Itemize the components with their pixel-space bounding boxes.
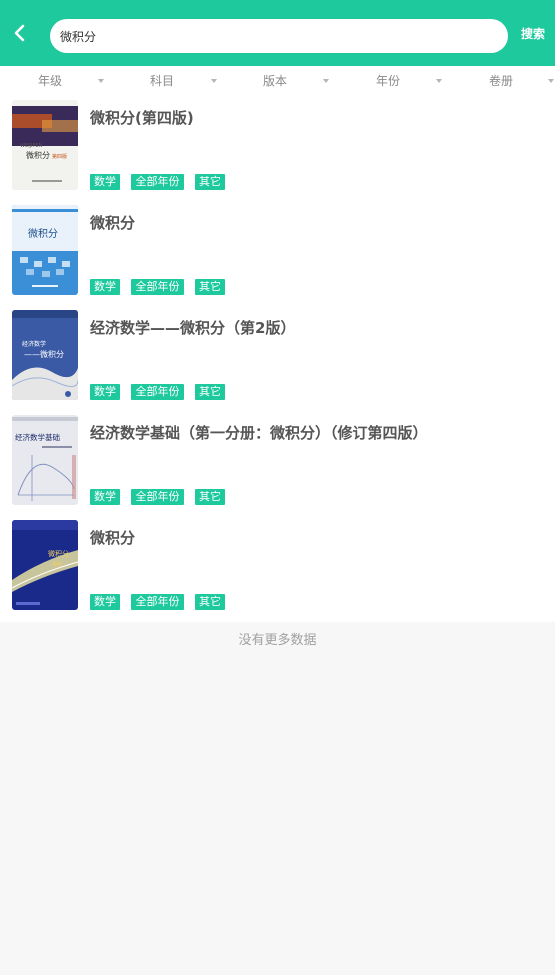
filter-grade[interactable]: 年级 — [0, 66, 111, 96]
filter-volume[interactable]: 卷册 — [444, 66, 555, 96]
tag-other: 其它 — [195, 594, 225, 610]
caret-down-icon — [548, 79, 554, 83]
book-item[interactable]: 微积分 简明 微积分 数学 全部年份 其它 — [0, 516, 555, 621]
search-button[interactable]: 搜索 — [515, 24, 551, 44]
filter-label: 科目 — [149, 74, 174, 88]
tag-subject: 数学 — [90, 174, 120, 190]
tag-other: 其它 — [195, 489, 225, 505]
caret-down-icon — [211, 79, 217, 83]
book-list: WEIJIFEN 微积分 第四版 微积分(第四版) 数学 全部年份 其它 微积分 — [0, 96, 555, 622]
tag-year: 全部年份 — [131, 279, 184, 295]
book-title: 微积分 — [90, 529, 136, 547]
book-title: 微积分(第四版) — [90, 109, 194, 127]
tag-year: 全部年份 — [131, 174, 184, 190]
chevron-left-icon — [14, 24, 25, 42]
search-input[interactable] — [60, 19, 490, 53]
tag-other: 其它 — [195, 279, 225, 295]
book-item[interactable]: 经济数学 ——微积分 经济数学——微积分（第2版） 数学 全部年份 其它 — [0, 306, 555, 411]
book-cover: 微积分 简明 — [12, 520, 78, 610]
filter-label: 年份 — [375, 74, 400, 88]
caret-down-icon — [323, 79, 329, 83]
cover-title: 微积分 — [26, 150, 50, 160]
book-title: 经济数学基础（第一分册：微积分）（修订第四版） — [90, 424, 428, 442]
filter-label: 版本 — [262, 74, 287, 88]
tag-subject: 数学 — [90, 384, 120, 400]
book-item[interactable]: 经济数学基础 经济数学基础（第一分册：微积分）（修订第四版） 数学 全部年份 其… — [0, 411, 555, 516]
app-header: 搜索 — [0, 0, 555, 66]
list-end-text: 没有更多数据 — [238, 633, 317, 648]
tag-subject: 数学 — [90, 489, 120, 505]
book-item[interactable]: WEIJIFEN 微积分 第四版 微积分(第四版) 数学 全部年份 其它 — [0, 96, 555, 201]
cover-subtitle: ——微积分 — [24, 349, 64, 359]
book-item[interactable]: 微积分 微积分 数学 全部年份 其它 — [0, 201, 555, 306]
cover-title: 经济数学 — [22, 340, 46, 348]
tag-other: 其它 — [195, 384, 225, 400]
filter-label: 卷册 — [488, 74, 513, 88]
search-box[interactable] — [50, 19, 508, 53]
tag-year: 全部年份 — [131, 384, 184, 400]
tag-subject: 数学 — [90, 279, 120, 295]
book-cover: WEIJIFEN 微积分 第四版 — [12, 100, 78, 190]
tag-year: 全部年份 — [131, 489, 184, 505]
cover-title: 经济数学基础 — [15, 432, 60, 442]
caret-down-icon — [436, 79, 442, 83]
book-cover: 经济数学 ——微积分 — [12, 310, 78, 400]
cover-title: 微积分 — [48, 549, 69, 558]
cover-title: 微积分 — [28, 227, 58, 240]
tag-other: 其它 — [195, 174, 225, 190]
book-cover: 经济数学基础 — [12, 415, 78, 505]
filter-year[interactable]: 年份 — [333, 66, 444, 96]
book-title: 经济数学——微积分（第2版） — [90, 319, 296, 337]
cover-latin: WEIJIFEN — [20, 143, 43, 149]
tag-year: 全部年份 — [131, 594, 184, 610]
filter-label: 年级 — [37, 74, 62, 88]
book-cover: 微积分 — [12, 205, 78, 295]
cover-subtitle: 简明 — [52, 561, 62, 568]
filter-bar: 年级 科目 版本 年份 卷册 — [0, 66, 555, 96]
cover-badge: 第四版 — [52, 153, 67, 160]
caret-down-icon — [98, 79, 104, 83]
filter-subject[interactable]: 科目 — [111, 66, 222, 96]
book-title: 微积分 — [90, 214, 136, 232]
tag-subject: 数学 — [90, 594, 120, 610]
filter-edition[interactable]: 版本 — [222, 66, 333, 96]
back-button[interactable] — [6, 18, 34, 48]
